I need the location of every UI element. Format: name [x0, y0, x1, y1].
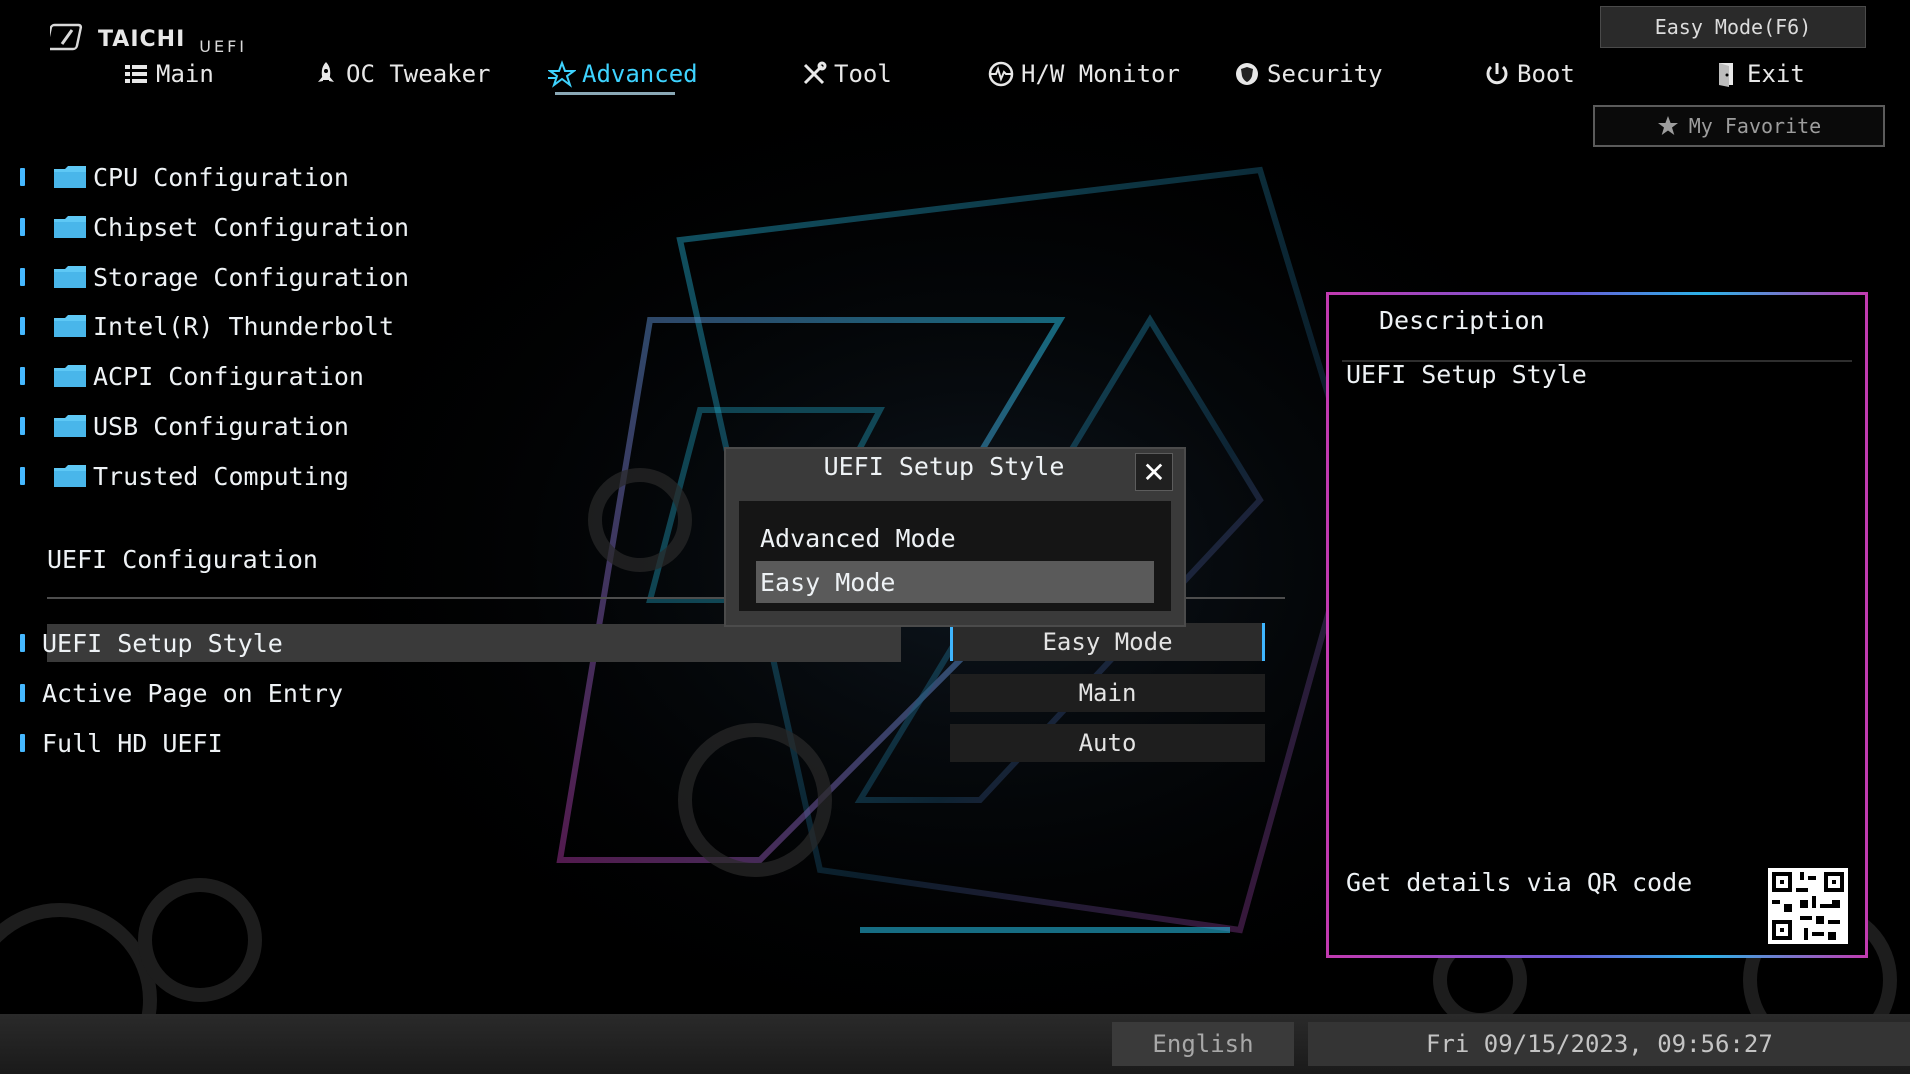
menu-item-intel-thunderbolt[interactable]: Intel(R) Thunderbolt	[20, 306, 394, 346]
folder-icon	[54, 465, 86, 487]
setting-value-active-page-on-entry[interactable]: Main	[950, 674, 1265, 712]
setting-value-uefi-setup-style[interactable]: Easy Mode	[950, 623, 1265, 661]
qr-caption: Get details via QR code	[1346, 868, 1693, 897]
bullet	[20, 417, 25, 435]
star-icon	[1657, 116, 1678, 135]
language-selector[interactable]: English	[1112, 1022, 1294, 1066]
bullet	[20, 218, 25, 236]
description-title: Description	[1379, 306, 1545, 335]
bullet	[20, 317, 25, 335]
bullet	[20, 367, 25, 385]
bullet	[20, 734, 25, 752]
tab-boot-label: Boot	[1517, 60, 1575, 88]
taichi-logo: TAICHI UEFI	[50, 12, 247, 56]
close-icon[interactable]: ✕	[1135, 453, 1173, 491]
setting-label: Active Page on Entry	[42, 678, 344, 708]
tab-hw-monitor-label: H/W Monitor	[1021, 60, 1180, 88]
section-title: UEFI Configuration	[47, 545, 318, 574]
tab-security-label: Security	[1267, 60, 1383, 88]
logo-brand: TAICHI	[98, 27, 186, 52]
tab-main-label: Main	[156, 60, 214, 88]
taichi-logo-icon	[50, 23, 83, 51]
shield-icon	[1236, 63, 1258, 85]
setting-full-hd-uefi[interactable]: Full HD UEFI	[20, 723, 223, 763]
menu-item-label: Trusted Computing	[93, 461, 349, 491]
folder-icon	[54, 166, 86, 188]
list-icon	[125, 65, 147, 83]
tab-advanced-label: Advanced	[582, 60, 698, 88]
tab-advanced[interactable]: Advanced	[548, 56, 698, 92]
bullet	[20, 467, 25, 485]
setting-active-page-on-entry[interactable]: Active Page on Entry	[20, 673, 343, 713]
exit-door-icon	[1719, 63, 1733, 87]
menu-item-label: USB Configuration	[93, 411, 349, 441]
monitor-icon	[988, 61, 1014, 87]
menu-item-chipset-configuration[interactable]: Chipset Configuration	[20, 207, 409, 247]
easy-mode-button[interactable]: Easy Mode(F6)	[1600, 6, 1866, 48]
tab-main[interactable]: Main	[122, 56, 214, 92]
tab-exit[interactable]: Exit	[1713, 56, 1805, 92]
menu-item-label: Chipset Configuration	[93, 212, 410, 242]
tab-hw-monitor[interactable]: H/W Monitor	[987, 56, 1180, 92]
power-icon	[1486, 63, 1508, 85]
date-time: Fri 09/15/2023, 09:56:27	[1308, 1022, 1910, 1066]
logo-sub: UEFI	[199, 37, 248, 56]
menu-item-acpi-configuration[interactable]: ACPI Configuration	[20, 356, 364, 396]
qr-code	[1768, 868, 1848, 944]
active-tab-underline	[555, 92, 675, 95]
folder-icon	[54, 315, 86, 337]
menu-item-trusted-computing[interactable]: Trusted Computing	[20, 456, 349, 496]
dialog-option-easy-mode[interactable]: Easy Mode	[760, 562, 895, 602]
setting-value-full-hd-uefi[interactable]: Auto	[950, 724, 1265, 762]
folder-icon	[54, 216, 86, 238]
menu-item-label: CPU Configuration	[93, 162, 349, 192]
bullet	[20, 634, 25, 652]
menu-item-storage-configuration[interactable]: Storage Configuration	[20, 257, 409, 297]
folder-icon	[54, 415, 86, 437]
tab-oc-tweaker[interactable]: OC Tweaker	[312, 56, 491, 92]
setting-label: Full HD UEFI	[42, 728, 223, 758]
star-icon	[548, 60, 576, 88]
tab-tool[interactable]: Tool	[800, 56, 892, 92]
menu-item-usb-configuration[interactable]: USB Configuration	[20, 406, 349, 446]
tab-tool-label: Tool	[834, 60, 892, 88]
menu-item-label: Intel(R) Thunderbolt	[93, 311, 395, 341]
folder-icon	[54, 365, 86, 387]
tools-icon	[803, 61, 827, 85]
bullet	[20, 168, 25, 186]
folder-icon	[54, 266, 86, 288]
menu-item-label: Storage Configuration	[93, 262, 410, 292]
dialog-option-advanced-mode[interactable]: Advanced Mode	[760, 518, 956, 558]
tab-exit-label: Exit	[1747, 60, 1805, 88]
description-text: UEFI Setup Style	[1346, 360, 1587, 389]
my-favorite-button[interactable]: My Favorite	[1593, 105, 1885, 147]
my-favorite-label: My Favorite	[1688, 114, 1822, 138]
setting-uefi-setup-style[interactable]: UEFI Setup Style	[20, 623, 283, 663]
menu-item-label: ACPI Configuration	[93, 361, 364, 391]
tab-boot[interactable]: Boot	[1483, 56, 1575, 92]
rocket-icon	[318, 62, 334, 82]
bullet	[20, 684, 25, 702]
dialog-title: UEFI Setup Style	[823, 452, 1065, 481]
menu-item-cpu-configuration[interactable]: CPU Configuration	[20, 157, 349, 197]
bullet	[20, 268, 25, 286]
description-panel	[1326, 292, 1868, 958]
tab-security[interactable]: Security	[1233, 56, 1383, 92]
setting-label: UEFI Setup Style	[42, 628, 283, 658]
tab-oc-tweaker-label: OC Tweaker	[346, 60, 491, 88]
